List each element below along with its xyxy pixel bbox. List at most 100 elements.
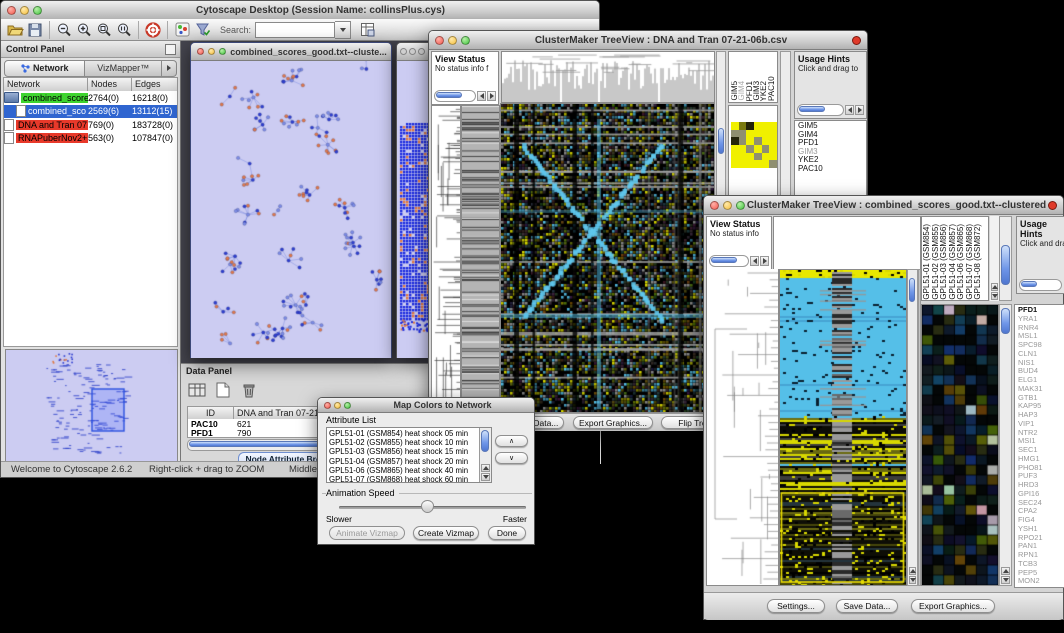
matrix-cell[interactable] bbox=[739, 130, 747, 138]
labels-vscrollbar[interactable] bbox=[999, 216, 1012, 301]
close-icon[interactable] bbox=[400, 48, 407, 55]
close-icon[interactable] bbox=[7, 6, 16, 15]
matrix-cell[interactable] bbox=[739, 160, 747, 168]
global-heatmap-panel[interactable] bbox=[779, 269, 907, 586]
matrix-cell[interactable] bbox=[739, 137, 747, 145]
matrix-cell[interactable] bbox=[739, 153, 747, 161]
matrix-cell[interactable] bbox=[762, 122, 770, 130]
network-list-row[interactable]: combined_sco2569(6)13112(15) bbox=[4, 105, 177, 119]
matrix-cell[interactable] bbox=[762, 160, 770, 168]
close-icon[interactable] bbox=[710, 201, 719, 210]
network-canvas[interactable] bbox=[191, 61, 391, 358]
help-lifering-icon[interactable] bbox=[143, 20, 163, 40]
matrix-cell[interactable] bbox=[754, 153, 762, 161]
minimize-icon[interactable] bbox=[334, 402, 341, 409]
settings-button[interactable]: Settings... bbox=[767, 599, 825, 613]
matrix-cell[interactable] bbox=[754, 137, 762, 145]
network-canvas-2[interactable] bbox=[397, 61, 432, 358]
speed-slider-thumb[interactable] bbox=[421, 500, 434, 513]
matrix-cell[interactable] bbox=[762, 145, 770, 153]
treeview2-title-bar[interactable]: ClusterMaker TreeView : combined_scores_… bbox=[704, 196, 1063, 215]
zoom-window-icon[interactable] bbox=[736, 201, 745, 210]
matrix-cell[interactable] bbox=[754, 122, 762, 130]
zoom-selected-icon[interactable] bbox=[94, 20, 114, 40]
float-panel-icon[interactable] bbox=[165, 44, 176, 55]
matrix-cell[interactable] bbox=[739, 122, 747, 130]
zoom-window-icon[interactable] bbox=[461, 36, 470, 45]
animate-vizmap-button[interactable]: Animate Vizmap bbox=[329, 526, 405, 540]
gene-label[interactable]: MON2 bbox=[1018, 577, 1064, 586]
column-dendrogram-panel[interactable] bbox=[501, 51, 715, 103]
close-icon[interactable] bbox=[197, 48, 204, 55]
main-title-bar[interactable]: Cytoscape Desktop (Session Name: collins… bbox=[1, 1, 599, 20]
matrix-cell[interactable] bbox=[731, 153, 739, 161]
export-graphics-button[interactable]: Export Graphics... bbox=[911, 599, 995, 613]
matrix-cell[interactable] bbox=[754, 145, 762, 153]
matrix-cell[interactable] bbox=[746, 130, 754, 138]
minimize-icon[interactable] bbox=[448, 36, 457, 45]
data-col-id[interactable]: ID bbox=[188, 407, 234, 419]
network-list-row[interactable]: combined_scores2764(0)16218(0) bbox=[4, 91, 177, 105]
matrix-cell[interactable] bbox=[754, 130, 762, 138]
matrix-cell[interactable] bbox=[769, 130, 777, 138]
attribute-list-item[interactable]: GPL51-01 (GSM854) heat shock 05 min bbox=[329, 429, 478, 438]
search-dropdown-button[interactable] bbox=[335, 21, 351, 39]
gene-list-panel[interactable]: PFD1YRA1RNR4MSL1SPC98CLN1NIS1BUD4ELG1MAK… bbox=[1014, 304, 1064, 588]
matrix-cell[interactable] bbox=[769, 160, 777, 168]
done-button[interactable]: Done bbox=[488, 526, 526, 540]
attribute-list-item[interactable]: GPL51-02 (GSM855) heat shock 10 min bbox=[329, 438, 478, 447]
matrix-cell[interactable] bbox=[739, 145, 747, 153]
row-dendrogram-panel[interactable] bbox=[431, 105, 461, 413]
scroll-right-button[interactable] bbox=[855, 105, 864, 115]
network-list-row[interactable]: RNAPuberNov2+563(0)107847(0) bbox=[4, 132, 177, 146]
col-header-nodes[interactable]: Nodes bbox=[88, 78, 132, 91]
attribute-list-item[interactable]: GPL51-03 (GSM856) heat shock 15 min bbox=[329, 447, 478, 456]
zoom-window-icon[interactable] bbox=[344, 402, 351, 409]
overview-canvas[interactable] bbox=[6, 350, 175, 459]
minimize-icon[interactable] bbox=[208, 48, 215, 55]
matrix-cell[interactable] bbox=[731, 160, 739, 168]
tab-vizmapper[interactable]: VizMapper™ bbox=[85, 60, 162, 77]
minimize-icon[interactable] bbox=[409, 48, 416, 55]
labels-arrows[interactable] bbox=[990, 216, 999, 301]
close-icon[interactable] bbox=[324, 402, 331, 409]
zoom-heatmap-panel[interactable] bbox=[921, 304, 999, 586]
matrix-cell[interactable] bbox=[731, 137, 739, 145]
matrix-cell[interactable] bbox=[746, 153, 754, 161]
tab-overflow-button[interactable] bbox=[162, 60, 177, 77]
status-hscrollbar[interactable] bbox=[709, 255, 749, 267]
matrix-cell[interactable] bbox=[762, 137, 770, 145]
matrix-cell[interactable] bbox=[746, 160, 754, 168]
attribute-list-item[interactable]: GPL51-06 (GSM865) heat shock 40 min bbox=[329, 466, 478, 475]
matrix-cell[interactable] bbox=[746, 145, 754, 153]
usage-hscrollbar[interactable] bbox=[797, 104, 844, 116]
scroll-left-button[interactable] bbox=[750, 256, 759, 266]
zoom-window-icon[interactable] bbox=[219, 48, 226, 55]
row-dendrogram-panel[interactable] bbox=[706, 269, 779, 586]
matrix-cell[interactable] bbox=[731, 130, 739, 138]
scroll-right-button[interactable] bbox=[760, 256, 769, 266]
yellow-matrix[interactable] bbox=[731, 122, 777, 168]
heatmap-vscrollbar[interactable] bbox=[907, 269, 918, 586]
matrix-cell[interactable] bbox=[769, 153, 777, 161]
save-data-button[interactable]: Save Data... bbox=[836, 599, 898, 613]
save-icon[interactable] bbox=[25, 20, 45, 40]
scroll-left-button[interactable] bbox=[477, 91, 486, 101]
matrix-cell[interactable] bbox=[769, 137, 777, 145]
matrix-cell[interactable] bbox=[731, 145, 739, 153]
annotation-icon[interactable] bbox=[172, 20, 192, 40]
zoom-in-icon[interactable] bbox=[74, 20, 94, 40]
tab-network[interactable]: Network bbox=[4, 60, 85, 77]
move-up-button[interactable]: ∧ bbox=[495, 435, 528, 447]
export-graphics-button[interactable]: Export Graphics... bbox=[573, 416, 653, 429]
zoom-vscrollbar[interactable] bbox=[999, 304, 1012, 586]
list-vscrollbar[interactable] bbox=[479, 428, 491, 482]
matrix-cell[interactable] bbox=[746, 137, 754, 145]
network-window-2-title-bar[interactable] bbox=[397, 43, 432, 61]
network-overview-panel[interactable] bbox=[5, 349, 178, 462]
scroll-left-button[interactable] bbox=[845, 105, 854, 115]
zoom-actual-icon[interactable] bbox=[114, 20, 134, 40]
matrix-cell[interactable] bbox=[746, 122, 754, 130]
matrix-cell[interactable] bbox=[754, 160, 762, 168]
attribute-select-icon[interactable] bbox=[187, 380, 207, 400]
